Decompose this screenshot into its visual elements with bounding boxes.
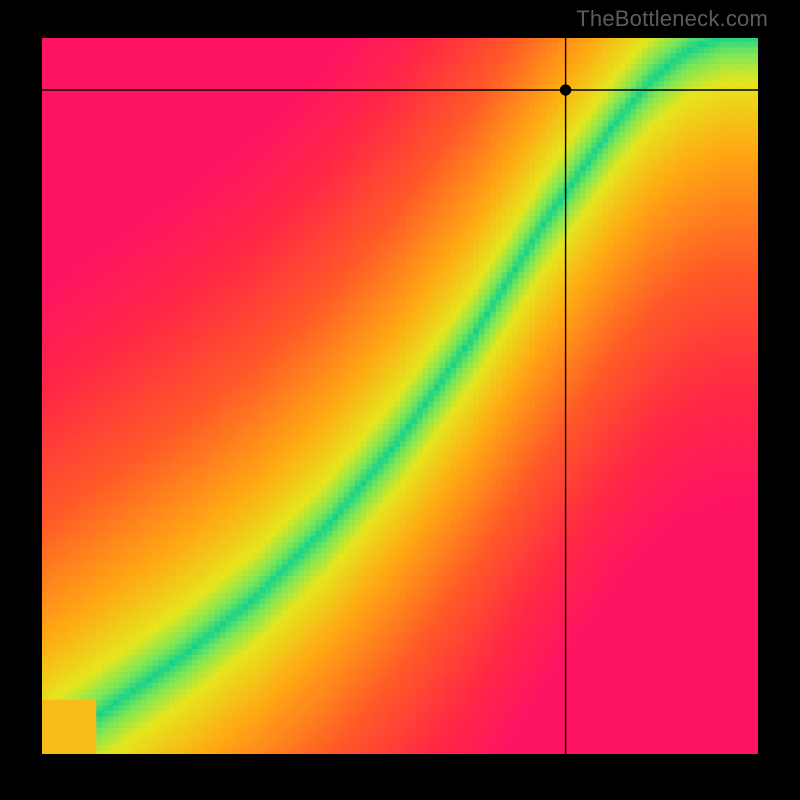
chart-container: TheBottleneck.com: [0, 0, 800, 800]
watermark-text: TheBottleneck.com: [576, 6, 768, 32]
heatmap-canvas: [40, 36, 760, 756]
